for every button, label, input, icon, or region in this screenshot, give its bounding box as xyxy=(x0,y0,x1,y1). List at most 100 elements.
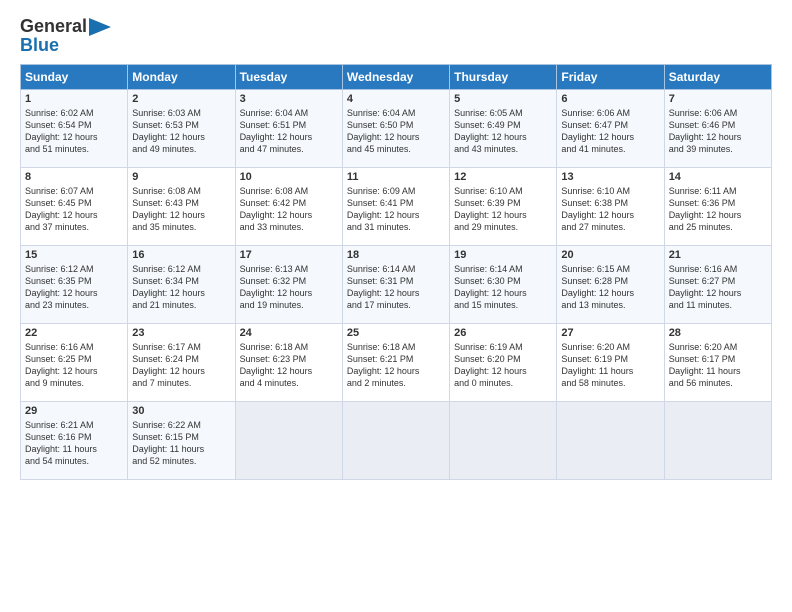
day-info: Sunrise: 6:16 AM Sunset: 6:27 PM Dayligh… xyxy=(669,264,742,310)
day-info: Sunrise: 6:10 AM Sunset: 6:39 PM Dayligh… xyxy=(454,186,527,232)
logo-blue: Blue xyxy=(20,35,59,56)
day-info: Sunrise: 6:06 AM Sunset: 6:47 PM Dayligh… xyxy=(561,108,634,154)
day-info: Sunrise: 6:22 AM Sunset: 6:15 PM Dayligh… xyxy=(132,420,204,466)
day-info: Sunrise: 6:02 AM Sunset: 6:54 PM Dayligh… xyxy=(25,108,98,154)
day-info: Sunrise: 6:14 AM Sunset: 6:31 PM Dayligh… xyxy=(347,264,420,310)
col-thursday: Thursday xyxy=(450,65,557,90)
day-number: 8 xyxy=(25,171,123,183)
day-number: 11 xyxy=(347,171,445,183)
calendar-cell xyxy=(450,402,557,480)
calendar-row: 8 Sunrise: 6:07 AM Sunset: 6:45 PM Daylig… xyxy=(21,168,772,246)
day-number: 7 xyxy=(669,93,767,105)
day-number: 10 xyxy=(240,171,338,183)
day-number: 1 xyxy=(25,93,123,105)
calendar-cell: 16 Sunrise: 6:12 AM Sunset: 6:34 PM Dayli… xyxy=(128,246,235,324)
col-wednesday: Wednesday xyxy=(342,65,449,90)
calendar-cell: 21 Sunrise: 6:16 AM Sunset: 6:27 PM Dayli… xyxy=(664,246,771,324)
day-number: 3 xyxy=(240,93,338,105)
logo-general: General xyxy=(20,16,87,37)
day-number: 25 xyxy=(347,327,445,339)
day-number: 12 xyxy=(454,171,552,183)
day-info: Sunrise: 6:18 AM Sunset: 6:23 PM Dayligh… xyxy=(240,342,313,388)
calendar-cell: 24Sunrise: 6:18 AM Sunset: 6:23 PM Dayli… xyxy=(235,324,342,402)
day-info: Sunrise: 6:12 AM Sunset: 6:34 PM Dayligh… xyxy=(132,264,205,310)
header-row: Sunday Monday Tuesday Wednesday Thursday… xyxy=(21,65,772,90)
calendar-table: Sunday Monday Tuesday Wednesday Thursday… xyxy=(20,64,772,480)
day-number: 5 xyxy=(454,93,552,105)
calendar-cell xyxy=(235,402,342,480)
calendar-cell: 26 Sunrise: 6:19 AM Sunset: 6:20 PM Dayli… xyxy=(450,324,557,402)
col-saturday: Saturday xyxy=(664,65,771,90)
day-info: Sunrise: 6:14 AM Sunset: 6:30 PM Dayligh… xyxy=(454,264,527,310)
calendar-cell: 20 Sunrise: 6:15 AM Sunset: 6:28 PM Dayli… xyxy=(557,246,664,324)
day-info: Sunrise: 6:03 AM Sunset: 6:53 PM Dayligh… xyxy=(132,108,205,154)
calendar-row: 1 Sunrise: 6:02 AM Sunset: 6:54 PM Daylig… xyxy=(21,90,772,168)
day-info: Sunrise: 6:19 AM Sunset: 6:20 PM Dayligh… xyxy=(454,342,527,388)
calendar-cell xyxy=(664,402,771,480)
calendar-cell: 29Sunrise: 6:21 AM Sunset: 6:16 PM Dayli… xyxy=(21,402,128,480)
calendar-cell: 1 Sunrise: 6:02 AM Sunset: 6:54 PM Daylig… xyxy=(21,90,128,168)
calendar-cell: 5 Sunrise: 6:05 AM Sunset: 6:49 PM Daylig… xyxy=(450,90,557,168)
day-info: Sunrise: 6:12 AM Sunset: 6:35 PM Dayligh… xyxy=(25,264,98,310)
day-number: 18 xyxy=(347,249,445,261)
calendar-cell: 28 Sunrise: 6:20 AM Sunset: 6:17 PM Dayli… xyxy=(664,324,771,402)
calendar-cell: 8 Sunrise: 6:07 AM Sunset: 6:45 PM Daylig… xyxy=(21,168,128,246)
calendar-cell: 27 Sunrise: 6:20 AM Sunset: 6:19 PM Dayli… xyxy=(557,324,664,402)
col-tuesday: Tuesday xyxy=(235,65,342,90)
calendar-cell: 2Sunrise: 6:03 AM Sunset: 6:53 PM Daylig… xyxy=(128,90,235,168)
day-number: 17 xyxy=(240,249,338,261)
day-number: 20 xyxy=(561,249,659,261)
day-info: Sunrise: 6:10 AM Sunset: 6:38 PM Dayligh… xyxy=(561,186,634,232)
day-info: Sunrise: 6:08 AM Sunset: 6:42 PM Dayligh… xyxy=(240,186,313,232)
day-number: 30 xyxy=(132,405,230,417)
day-info: Sunrise: 6:04 AM Sunset: 6:51 PM Dayligh… xyxy=(240,108,313,154)
day-info: Sunrise: 6:17 AM Sunset: 6:24 PM Dayligh… xyxy=(132,342,205,388)
day-number: 9 xyxy=(132,171,230,183)
day-info: Sunrise: 6:07 AM Sunset: 6:45 PM Dayligh… xyxy=(25,186,98,232)
day-info: Sunrise: 6:20 AM Sunset: 6:19 PM Dayligh… xyxy=(561,342,633,388)
day-info: Sunrise: 6:11 AM Sunset: 6:36 PM Dayligh… xyxy=(669,186,742,232)
calendar-cell: 22Sunrise: 6:16 AM Sunset: 6:25 PM Dayli… xyxy=(21,324,128,402)
calendar-cell: 3 Sunrise: 6:04 AM Sunset: 6:51 PM Daylig… xyxy=(235,90,342,168)
page: General Blue Sunday Monday Tuesday Wedne… xyxy=(0,0,792,612)
logo-arrow-icon xyxy=(89,18,111,36)
day-number: 28 xyxy=(669,327,767,339)
day-info: Sunrise: 6:09 AM Sunset: 6:41 PM Dayligh… xyxy=(347,186,420,232)
day-info: Sunrise: 6:04 AM Sunset: 6:50 PM Dayligh… xyxy=(347,108,420,154)
calendar-cell: 14 Sunrise: 6:11 AM Sunset: 6:36 PM Dayli… xyxy=(664,168,771,246)
calendar-cell: 10 Sunrise: 6:08 AM Sunset: 6:42 PM Dayli… xyxy=(235,168,342,246)
day-number: 16 xyxy=(132,249,230,261)
day-number: 6 xyxy=(561,93,659,105)
calendar-cell: 7 Sunrise: 6:06 AM Sunset: 6:46 PM Daylig… xyxy=(664,90,771,168)
col-monday: Monday xyxy=(128,65,235,90)
day-info: Sunrise: 6:05 AM Sunset: 6:49 PM Dayligh… xyxy=(454,108,527,154)
calendar-cell xyxy=(342,402,449,480)
day-number: 27 xyxy=(561,327,659,339)
day-number: 4 xyxy=(347,93,445,105)
day-info: Sunrise: 6:15 AM Sunset: 6:28 PM Dayligh… xyxy=(561,264,634,310)
calendar-row: 29Sunrise: 6:21 AM Sunset: 6:16 PM Dayli… xyxy=(21,402,772,480)
calendar-cell: 13 Sunrise: 6:10 AM Sunset: 6:38 PM Dayli… xyxy=(557,168,664,246)
day-number: 21 xyxy=(669,249,767,261)
calendar-cell: 30 Sunrise: 6:22 AM Sunset: 6:15 PM Dayli… xyxy=(128,402,235,480)
day-number: 13 xyxy=(561,171,659,183)
calendar-cell: 18 Sunrise: 6:14 AM Sunset: 6:31 PM Dayli… xyxy=(342,246,449,324)
calendar-cell: 6 Sunrise: 6:06 AM Sunset: 6:47 PM Daylig… xyxy=(557,90,664,168)
calendar-cell: 25 Sunrise: 6:18 AM Sunset: 6:21 PM Dayli… xyxy=(342,324,449,402)
calendar-cell: 11 Sunrise: 6:09 AM Sunset: 6:41 PM Dayli… xyxy=(342,168,449,246)
calendar-cell: 19Sunrise: 6:14 AM Sunset: 6:30 PM Dayli… xyxy=(450,246,557,324)
day-number: 22 xyxy=(25,327,123,339)
day-info: Sunrise: 6:13 AM Sunset: 6:32 PM Dayligh… xyxy=(240,264,313,310)
day-number: 23 xyxy=(132,327,230,339)
day-info: Sunrise: 6:06 AM Sunset: 6:46 PM Dayligh… xyxy=(669,108,742,154)
day-info: Sunrise: 6:20 AM Sunset: 6:17 PM Dayligh… xyxy=(669,342,741,388)
calendar-row: 15Sunrise: 6:12 AM Sunset: 6:35 PM Dayli… xyxy=(21,246,772,324)
day-number: 26 xyxy=(454,327,552,339)
calendar-cell: 12 Sunrise: 6:10 AM Sunset: 6:39 PM Dayli… xyxy=(450,168,557,246)
day-number: 14 xyxy=(669,171,767,183)
header: General Blue xyxy=(20,16,772,56)
calendar-cell: 17 Sunrise: 6:13 AM Sunset: 6:32 PM Dayli… xyxy=(235,246,342,324)
day-info: Sunrise: 6:18 AM Sunset: 6:21 PM Dayligh… xyxy=(347,342,420,388)
day-info: Sunrise: 6:08 AM Sunset: 6:43 PM Dayligh… xyxy=(132,186,205,232)
calendar-cell: 4 Sunrise: 6:04 AM Sunset: 6:50 PM Daylig… xyxy=(342,90,449,168)
